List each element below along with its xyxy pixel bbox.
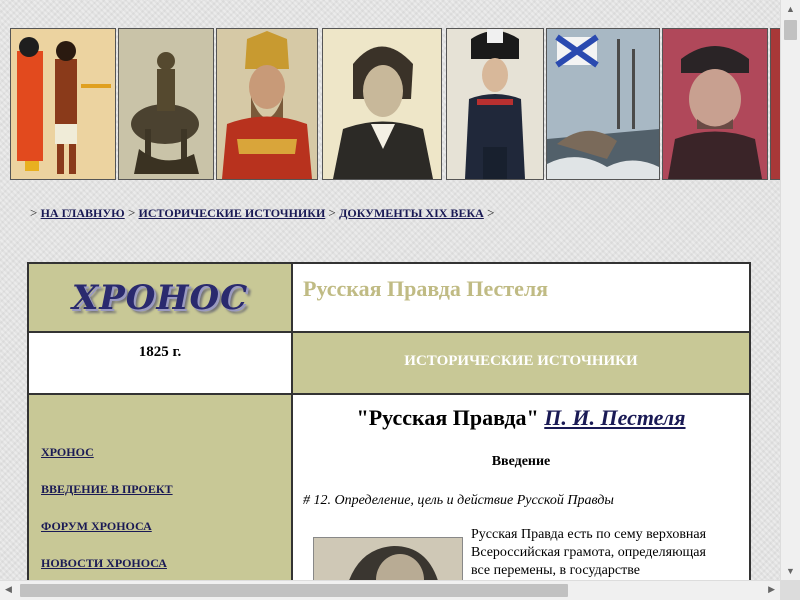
menu-item-forum[interactable]: ФОРУМ ХРОНОСА bbox=[41, 519, 173, 534]
naval-flag-ship-image[interactable] bbox=[546, 28, 660, 180]
menu-item-news[interactable]: НОВОСТИ ХРОНОСА bbox=[41, 556, 173, 571]
horseman-statue-image[interactable] bbox=[118, 28, 214, 180]
document-title: "Русская Правда" bbox=[356, 405, 539, 430]
section-title: ИСТОРИЧЕСКИЕ ИСТОЧНИКИ bbox=[404, 353, 638, 369]
author-link[interactable]: П. И. Пестеля bbox=[544, 405, 685, 430]
pestel-portrait-icon bbox=[314, 538, 462, 580]
egyptian-fresco-image[interactable] bbox=[10, 28, 116, 180]
napoleon-portrait-icon bbox=[323, 29, 441, 179]
breadcrumb: > НА ГЛАВНУЮ > ИСТОРИЧЕСКИЕ ИСТОЧНИКИ > … bbox=[30, 205, 494, 221]
horizontal-scroll-thumb[interactable] bbox=[20, 584, 568, 597]
vertical-scrollbar[interactable]: ▲ ▼ bbox=[780, 0, 800, 580]
officer-portrait-image[interactable] bbox=[446, 28, 544, 180]
breadcrumb-separator: > bbox=[30, 205, 38, 220]
document-body: Русская Правда есть по сему верховная Вс… bbox=[471, 526, 746, 580]
scroll-up-icon[interactable]: ▲ bbox=[786, 4, 795, 14]
breadcrumb-sources-link[interactable]: ИСТОРИЧЕСКИЕ ИСТОЧНИКИ bbox=[139, 206, 326, 220]
egyptian-fresco-icon bbox=[11, 29, 115, 179]
page-viewport: > НА ГЛАВНУЮ > ИСТОРИЧЕСКИЕ ИСТОЧНИКИ > … bbox=[0, 0, 780, 580]
content-table: ХРОНОС Русская Правда Пестеля 1825 г. ИС… bbox=[27, 262, 751, 580]
man-in-cap-portrait-image[interactable] bbox=[662, 28, 768, 180]
chronos-logo[interactable]: ХРОНОС bbox=[29, 278, 291, 318]
logo-cell: ХРОНОС bbox=[29, 264, 291, 331]
title-cell: Русская Правда Пестеля bbox=[293, 264, 749, 331]
section-cell: ИСТОРИЧЕСКИЕ ИСТОЧНИКИ bbox=[293, 333, 749, 393]
breadcrumb-separator: > bbox=[328, 205, 336, 220]
document-cell: "Русская Правда" П. И. Пестеля Введение … bbox=[293, 395, 749, 580]
paragraph-title: # 12. Определение, цель и действие Русск… bbox=[303, 493, 614, 508]
intro-heading: Введение bbox=[491, 454, 551, 469]
menu-item-chronos[interactable]: ХРОНОС bbox=[41, 445, 173, 460]
horizontal-scrollbar[interactable]: ◀ ▶ bbox=[0, 580, 780, 600]
man-in-cap-portrait-icon bbox=[663, 29, 767, 179]
pestel-portrait-image bbox=[313, 537, 463, 580]
breadcrumb-documents-link[interactable]: ДОКУМЕНТЫ XIX ВЕКА bbox=[339, 206, 484, 220]
document-heading: "Русская Правда" П. И. Пестеля bbox=[293, 405, 749, 431]
year-label: 1825 г. bbox=[138, 344, 182, 360]
officer-portrait-icon bbox=[447, 29, 543, 179]
breadcrumb-separator: > bbox=[487, 205, 495, 220]
horseman-statue-icon bbox=[119, 29, 213, 179]
breadcrumb-home-link[interactable]: НА ГЛАВНУЮ bbox=[41, 206, 125, 220]
naval-flag-ship-icon bbox=[547, 29, 659, 179]
napoleon-portrait-image[interactable] bbox=[322, 28, 442, 180]
body-line: Всероссийская грамота, определяющая bbox=[471, 545, 706, 560]
scrollbar-corner bbox=[780, 580, 800, 600]
year-cell: 1825 г. bbox=[29, 333, 291, 393]
breadcrumb-separator: > bbox=[127, 205, 136, 220]
tsar-portrait-image[interactable] bbox=[216, 28, 318, 180]
side-menu: ХРОНОС ВВЕДЕНИЕ В ПРОЕКТ ФОРУМ ХРОНОСА Н… bbox=[41, 445, 173, 580]
page-title: Русская Правда Пестеля bbox=[303, 276, 549, 301]
body-line: Русская Правда есть по сему верховная bbox=[471, 527, 707, 542]
scroll-right-icon[interactable]: ▶ bbox=[768, 584, 775, 595]
scroll-left-icon[interactable]: ◀ bbox=[5, 584, 12, 595]
scroll-down-icon[interactable]: ▼ bbox=[786, 566, 795, 576]
banner-overflow-image bbox=[770, 28, 780, 180]
tsar-portrait-icon bbox=[217, 29, 317, 179]
banner bbox=[10, 28, 780, 182]
body-line: все перемены, в государстве bbox=[471, 563, 640, 578]
menu-item-intro[interactable]: ВВЕДЕНИЕ В ПРОЕКТ bbox=[41, 482, 173, 497]
vertical-scroll-thumb[interactable] bbox=[784, 20, 797, 40]
menu-cell: ХРОНОС ВВЕДЕНИЕ В ПРОЕКТ ФОРУМ ХРОНОСА Н… bbox=[29, 395, 291, 580]
